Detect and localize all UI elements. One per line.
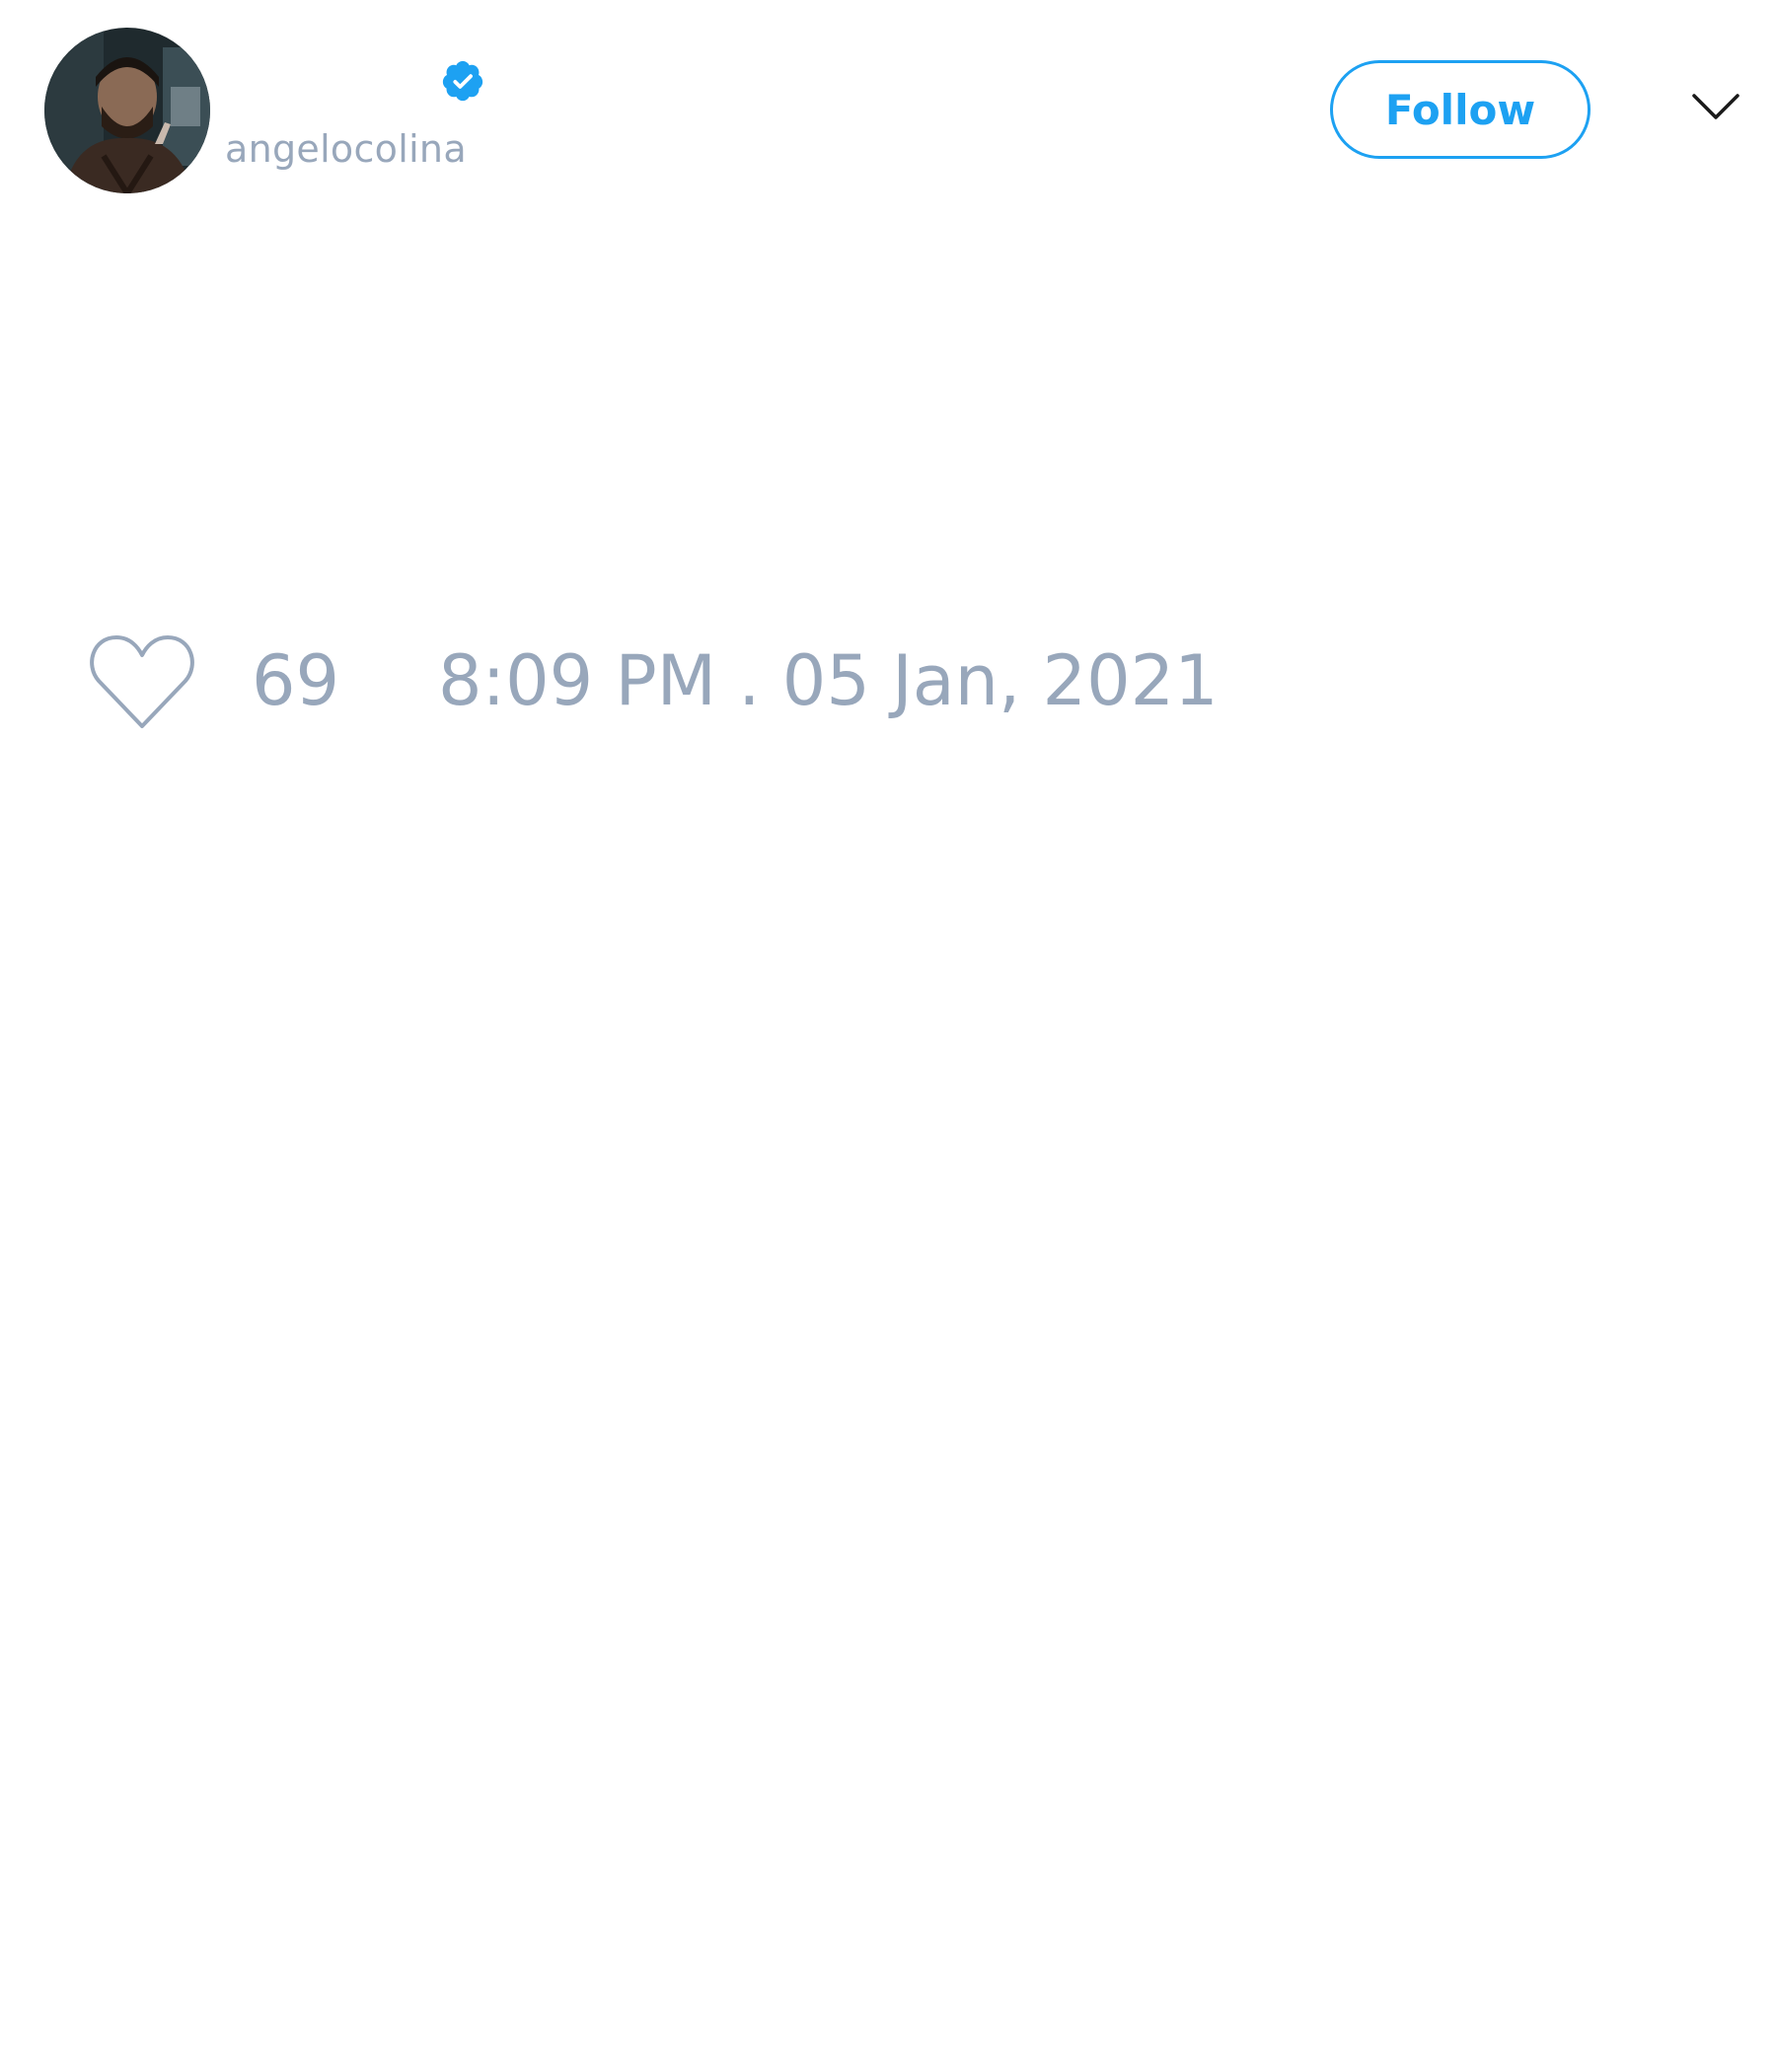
heart-outline-icon[interactable] (87, 631, 197, 734)
avatar[interactable] (44, 28, 210, 193)
tweet-footer: 69 8:09 PM . 05 Jan, 2021 (0, 622, 1776, 740)
author-handle[interactable]: angelocolina (225, 126, 467, 172)
like-count: 69 (252, 640, 340, 721)
tweet-header: angelocolina Follow (0, 0, 1776, 217)
chevron-down-icon[interactable] (1691, 91, 1740, 124)
tweet-timestamp[interactable]: 8:09 PM . 05 Jan, 2021 (438, 641, 1219, 720)
avatar-photo (44, 28, 210, 193)
follow-button[interactable]: Follow (1330, 60, 1591, 159)
verified-badge-icon (442, 60, 483, 102)
